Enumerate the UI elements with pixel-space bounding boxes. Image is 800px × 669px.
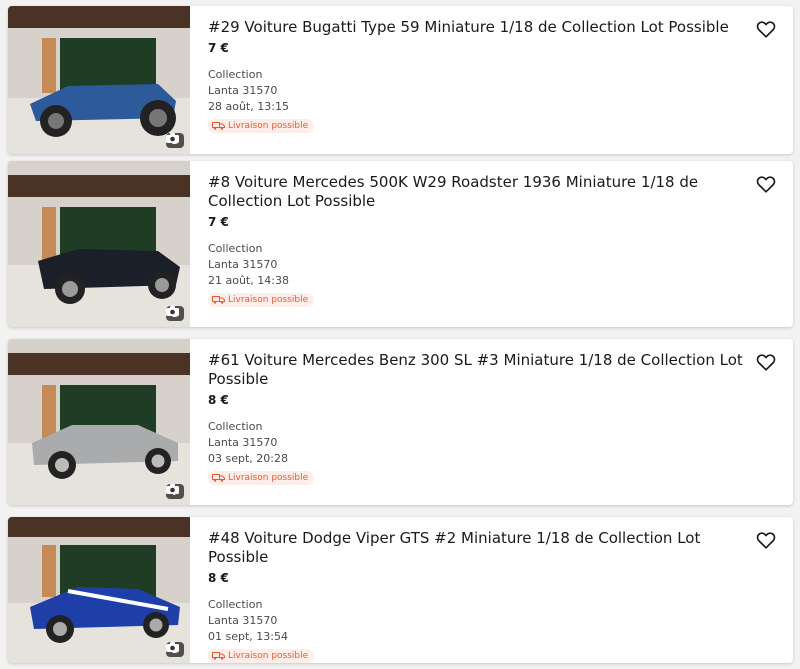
- ad-location: Lanta 31570: [208, 614, 278, 627]
- delivery-badge: Livraison possible: [208, 649, 315, 663]
- camera-icon: [166, 306, 180, 316]
- delivery-badge: Livraison possible: [208, 293, 315, 307]
- delivery-label: Livraison possible: [228, 651, 309, 661]
- delivery-label: Livraison possible: [228, 473, 309, 483]
- ad-title[interactable]: #48 Voiture Dodge Viper GTS #2 Miniature…: [208, 529, 743, 567]
- ad-price: 8 €: [208, 571, 229, 585]
- photo-count-badge: 7: [166, 484, 184, 499]
- ad-location: Lanta 31570: [208, 258, 278, 271]
- camera-icon: [166, 642, 180, 652]
- ad-title[interactable]: #61 Voiture Mercedes Benz 300 SL #3 Mini…: [208, 351, 743, 389]
- favorite-button[interactable]: [755, 529, 777, 551]
- ad-details: #8 Voiture Mercedes 500K W29 Roadster 19…: [208, 173, 743, 308]
- ad-meta: Collection Lanta 31570 21 août, 14:38: [208, 241, 743, 289]
- favorite-button[interactable]: [755, 18, 777, 40]
- heart-outline-icon: [756, 176, 776, 193]
- ad-price: 7 €: [208, 41, 229, 55]
- photo-count-badge: 5: [166, 642, 184, 657]
- ad-title[interactable]: #8 Voiture Mercedes 500K W29 Roadster 19…: [208, 173, 743, 211]
- ad-list: 3 #29 Voiture Bugatti Type 59 Miniature …: [0, 0, 800, 669]
- ad-location: Lanta 31570: [208, 84, 278, 97]
- truck-icon: [212, 122, 225, 130]
- car-photo: [8, 6, 190, 154]
- ad-meta: Collection Lanta 31570 28 août, 13:15: [208, 67, 743, 115]
- heart-outline-icon: [756, 532, 776, 549]
- ad-card[interactable]: 5 #8 Voiture Mercedes 500K W29 Roadster …: [8, 161, 793, 327]
- ad-card[interactable]: 7 #61 Voiture Mercedes Benz 300 SL #3 Mi…: [8, 339, 793, 505]
- photo-count-badge: 3: [166, 133, 184, 148]
- car-photo: [8, 517, 190, 663]
- car-photo: [8, 339, 190, 505]
- ad-details: #61 Voiture Mercedes Benz 300 SL #3 Mini…: [208, 351, 743, 486]
- delivery-badge: Livraison possible: [208, 119, 315, 133]
- ad-details: #48 Voiture Dodge Viper GTS #2 Miniature…: [208, 529, 743, 663]
- delivery-label: Livraison possible: [228, 295, 309, 305]
- ad-meta: Collection Lanta 31570 03 sept, 20:28: [208, 419, 743, 467]
- ad-card[interactable]: 5 #48 Voiture Dodge Viper GTS #2 Miniatu…: [8, 517, 793, 663]
- camera-icon: [166, 484, 180, 494]
- ad-title[interactable]: #29 Voiture Bugatti Type 59 Miniature 1/…: [208, 18, 743, 37]
- delivery-label: Livraison possible: [228, 121, 309, 131]
- ad-thumbnail[interactable]: 5: [8, 161, 190, 327]
- photo-count-badge: 5: [166, 306, 184, 321]
- ad-thumbnail[interactable]: 5: [8, 517, 190, 663]
- ad-price: 7 €: [208, 215, 229, 229]
- ad-date: 03 sept, 20:28: [208, 452, 288, 465]
- truck-icon: [212, 652, 225, 660]
- heart-outline-icon: [756, 354, 776, 371]
- favorite-button[interactable]: [755, 173, 777, 195]
- truck-icon: [212, 296, 225, 304]
- car-photo: [8, 161, 190, 327]
- ad-location: Lanta 31570: [208, 436, 278, 449]
- ad-category: Collection: [208, 420, 263, 433]
- ad-date: 01 sept, 13:54: [208, 630, 288, 643]
- ad-date: 21 août, 14:38: [208, 274, 289, 287]
- ad-thumbnail[interactable]: 7: [8, 339, 190, 505]
- favorite-button[interactable]: [755, 351, 777, 373]
- truck-icon: [212, 474, 225, 482]
- ad-category: Collection: [208, 242, 263, 255]
- ad-price: 8 €: [208, 393, 229, 407]
- ad-details: #29 Voiture Bugatti Type 59 Miniature 1/…: [208, 18, 743, 134]
- delivery-badge: Livraison possible: [208, 471, 315, 485]
- ad-thumbnail[interactable]: 3: [8, 6, 190, 154]
- ad-category: Collection: [208, 598, 263, 611]
- ad-category: Collection: [208, 68, 263, 81]
- camera-icon: [166, 133, 180, 143]
- ad-meta: Collection Lanta 31570 01 sept, 13:54: [208, 597, 743, 645]
- ad-date: 28 août, 13:15: [208, 100, 289, 113]
- heart-outline-icon: [756, 21, 776, 38]
- ad-card[interactable]: 3 #29 Voiture Bugatti Type 59 Miniature …: [8, 6, 793, 154]
